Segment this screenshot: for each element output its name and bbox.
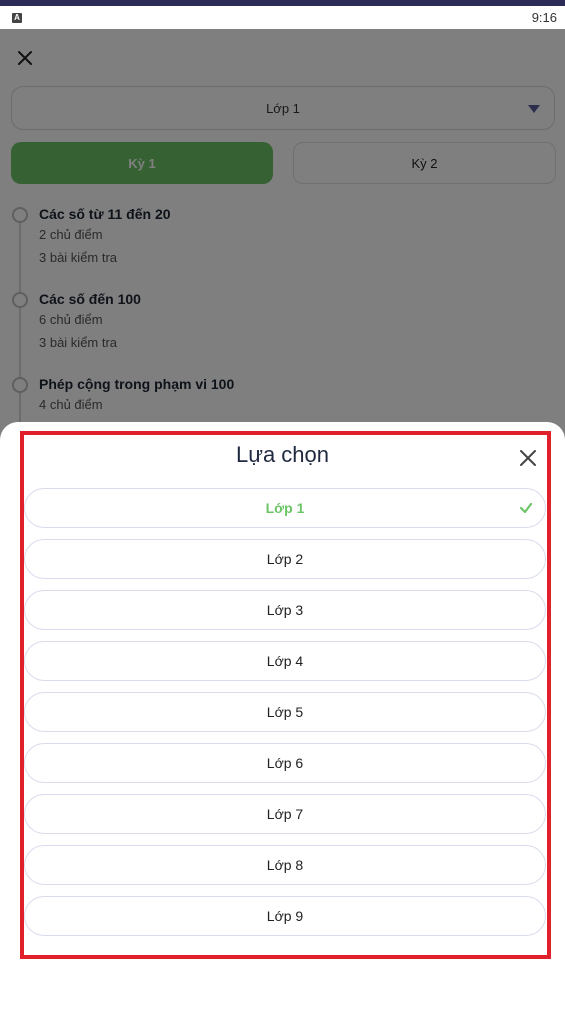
status-time: 9:16 bbox=[531, 10, 557, 25]
grade-option-label: Lớp 6 bbox=[266, 755, 304, 771]
grade-option-label: Lớp 3 bbox=[266, 602, 304, 618]
grade-option-label: Lớp 2 bbox=[266, 551, 304, 567]
grade-option-label: Lớp 9 bbox=[266, 908, 304, 924]
grade-option-label: Lớp 5 bbox=[266, 704, 304, 720]
sheet-title: Lựa chọn bbox=[235, 442, 330, 467]
selection-bottom-sheet: Lựa chọn Lớp 1 Lớp 2 Lớp 3 Lớp 4 Lớp 5 L… bbox=[0, 422, 565, 1010]
grade-option-label: Lớp 8 bbox=[266, 857, 304, 873]
grade-option-label: Lớp 1 bbox=[265, 500, 305, 516]
grade-option-2[interactable]: Lớp 2 bbox=[24, 539, 546, 579]
grade-option-4[interactable]: Lớp 4 bbox=[24, 641, 546, 681]
grade-option-9[interactable]: Lớp 9 bbox=[24, 896, 546, 936]
grade-options-list: Lớp 1 Lớp 2 Lớp 3 Lớp 4 Lớp 5 Lớp 6 Lớp … bbox=[24, 488, 546, 947]
grade-option-1[interactable]: Lớp 1 bbox=[24, 488, 546, 528]
check-icon bbox=[519, 502, 533, 514]
sheet-close-icon[interactable] bbox=[516, 446, 540, 470]
grade-option-6[interactable]: Lớp 6 bbox=[24, 743, 546, 783]
grade-option-5[interactable]: Lớp 5 bbox=[24, 692, 546, 732]
grade-option-label: Lớp 7 bbox=[266, 806, 304, 822]
status-app-icon: A bbox=[12, 12, 22, 23]
grade-option-label: Lớp 4 bbox=[266, 653, 304, 669]
grade-option-3[interactable]: Lớp 3 bbox=[24, 590, 546, 630]
grade-option-8[interactable]: Lớp 8 bbox=[24, 845, 546, 885]
status-bar: A 9:16 bbox=[0, 6, 565, 29]
grade-option-7[interactable]: Lớp 7 bbox=[24, 794, 546, 834]
